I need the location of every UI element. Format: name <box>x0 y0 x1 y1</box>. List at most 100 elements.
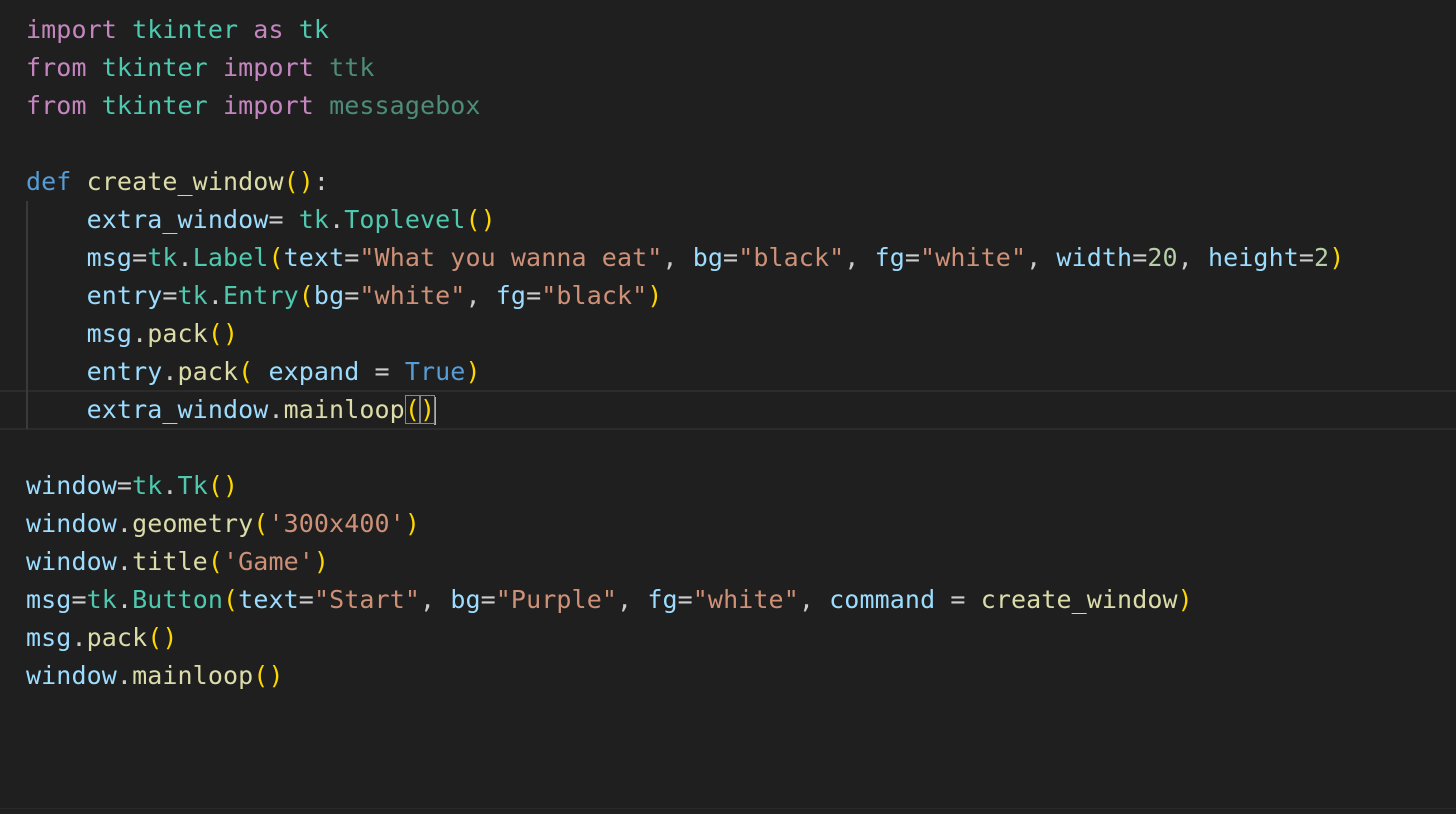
code-line[interactable]: from tkinter import ttk <box>26 49 1456 87</box>
code-line[interactable]: extra_window.mainloop() <box>26 391 1456 429</box>
bracket-token: ) <box>480 205 496 234</box>
punctuation-token: : <box>313 167 330 196</box>
variable-token: msg <box>26 585 72 614</box>
variable-token: bg <box>450 585 481 614</box>
bracket-token: ( <box>223 585 239 614</box>
variable-token: window <box>26 471 117 500</box>
punctuation-token <box>314 91 329 120</box>
variable-token: entry <box>86 281 163 310</box>
editor-bottom-edge <box>0 808 1456 814</box>
function-token: create_window <box>980 585 1178 614</box>
bracket-token: ) <box>465 357 481 386</box>
code-editor[interactable]: import tkinter as tk from tkinter import … <box>0 0 1456 814</box>
variable-token: bg <box>692 243 724 272</box>
bracket-token: ) <box>162 623 178 652</box>
bracket-token: ( <box>268 243 284 272</box>
code-area[interactable]: import tkinter as tk from tkinter import … <box>26 11 1456 695</box>
module-token: tkinter <box>101 91 208 120</box>
string-token: '300x400' <box>268 509 405 538</box>
unused-import-token: messagebox <box>329 91 481 120</box>
code-line[interactable]: window.mainloop() <box>26 657 1456 695</box>
keyword-token: from <box>26 53 87 82</box>
bracket-token: ) <box>404 509 420 538</box>
bracket-token: ) <box>223 319 239 348</box>
variable-token: window <box>26 509 117 538</box>
punctuation-token: , <box>420 585 451 614</box>
code-line[interactable] <box>26 125 1456 163</box>
variable-token: entry <box>86 357 163 386</box>
punctuation-token: . <box>268 395 284 424</box>
punctuation-token: = <box>904 243 921 272</box>
code-line[interactable]: window.geometry('300x400') <box>26 505 1456 543</box>
string-token: "white" <box>920 243 1027 272</box>
code-line[interactable]: window.title('Game') <box>26 543 1456 581</box>
module-token: tk <box>147 243 178 272</box>
bracket-token: ) <box>268 661 284 690</box>
punctuation-token: = <box>344 281 360 310</box>
punctuation-token: , <box>617 585 648 614</box>
punctuation-token: = <box>526 281 542 310</box>
code-line[interactable]: def create_window(): <box>26 163 1456 201</box>
variable-token: extra_window <box>86 205 269 234</box>
code-line[interactable]: extra_window= tk.Toplevel() <box>26 201 1456 239</box>
module-token: tk <box>298 205 330 234</box>
code-line[interactable]: entry=tk.Entry(bg="white", fg="black") <box>26 277 1456 315</box>
variable-token: expand <box>268 357 360 386</box>
code-line[interactable]: msg=tk.Label(text="What you wanna eat", … <box>26 239 1456 277</box>
function-token: pack <box>86 623 148 652</box>
code-line[interactable]: msg.pack() <box>26 619 1456 657</box>
bracket-token: ) <box>313 547 330 576</box>
punctuation-token: = <box>162 281 178 310</box>
code-line[interactable]: from tkinter import messagebox <box>26 87 1456 125</box>
keyword-token: import <box>222 91 314 120</box>
punctuation-token <box>253 357 268 386</box>
punctuation-token: . <box>71 623 87 652</box>
variable-token: text <box>238 585 299 614</box>
punctuation-token <box>238 15 253 44</box>
variable-token: extra_window <box>86 395 269 424</box>
code-line[interactable]: msg.pack() <box>26 315 1456 353</box>
string-token: "Purple" <box>495 585 617 614</box>
punctuation-token: , <box>1026 243 1057 272</box>
bracket-token: ) <box>647 281 663 310</box>
punctuation-token: . <box>132 319 148 348</box>
module-token: tkinter <box>101 53 208 82</box>
punctuation-token: = <box>677 585 693 614</box>
string-token: 'Game' <box>223 547 314 576</box>
function-token: pack <box>177 357 239 386</box>
punctuation-token: = <box>480 585 496 614</box>
punctuation-token <box>71 167 86 196</box>
keyword-token: import <box>26 15 117 44</box>
code-line[interactable]: msg=tk.Button(text="Start", bg="Purple",… <box>26 581 1456 619</box>
keyword-token: import <box>222 53 314 82</box>
punctuation-token: = <box>132 243 148 272</box>
punctuation-token <box>26 319 87 348</box>
bracket-token: ( <box>207 471 224 500</box>
bracket-token: ( <box>283 167 299 196</box>
bracket-token: ) <box>223 471 239 500</box>
function-token: mainloop <box>283 395 405 424</box>
punctuation-token: = <box>268 205 299 234</box>
punctuation-token: , <box>465 281 496 310</box>
text-cursor <box>434 397 437 425</box>
variable-token: bg <box>313 281 345 310</box>
punctuation-token <box>284 15 299 44</box>
bracket-token: ( <box>465 205 481 234</box>
punctuation-token: = <box>935 585 981 614</box>
code-line[interactable]: window=tk.Tk() <box>26 467 1456 505</box>
punctuation-token <box>87 53 102 82</box>
string-token: "black" <box>541 281 648 310</box>
punctuation-token: . <box>116 547 133 576</box>
string-token: "What you wanna eat" <box>359 243 663 272</box>
punctuation-token <box>87 91 102 120</box>
bracket-token: ) <box>1329 243 1345 272</box>
variable-token: msg <box>86 243 133 272</box>
code-line[interactable]: import tkinter as tk <box>26 11 1456 49</box>
module-token: tkinter <box>132 15 239 44</box>
punctuation-token: . <box>207 281 223 310</box>
code-line[interactable] <box>26 429 1456 467</box>
variable-token: msg <box>86 319 133 348</box>
string-token: "black" <box>738 243 845 272</box>
module-token: Tk <box>177 471 208 500</box>
code-line[interactable]: entry.pack( expand = True) <box>26 353 1456 391</box>
